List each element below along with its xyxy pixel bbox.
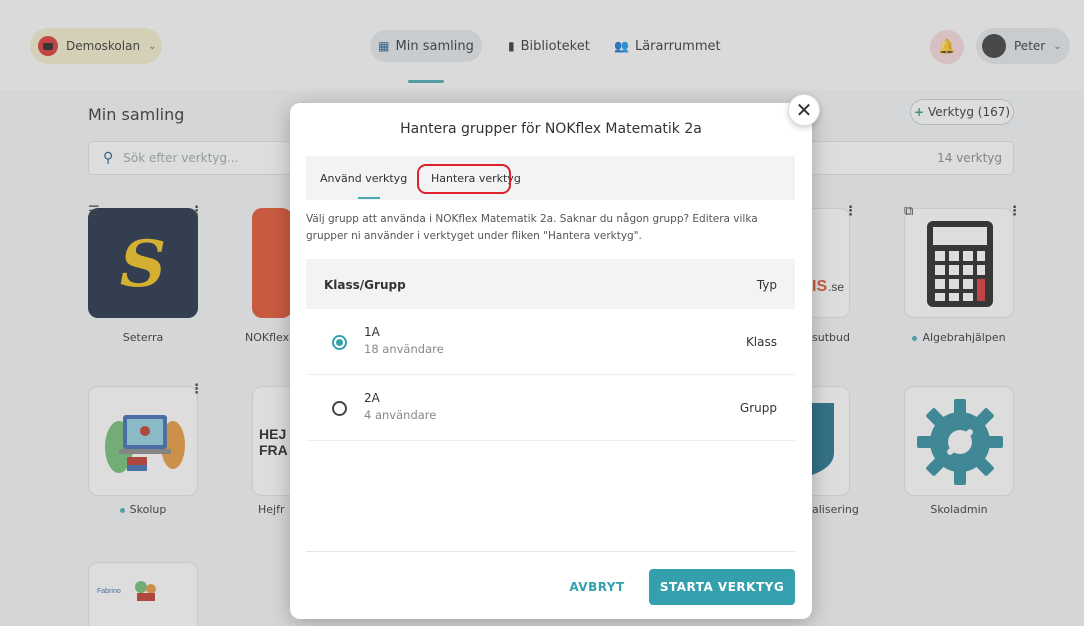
- cancel-button[interactable]: AVBRYT: [562, 571, 632, 603]
- group-user-count: 18 användare: [364, 342, 444, 356]
- group-type: Grupp: [739, 401, 777, 415]
- table-row[interactable]: 1A 18 användare Klass: [306, 309, 795, 375]
- annotation-highlight: [417, 164, 511, 194]
- column-header-type: Typ: [756, 278, 777, 292]
- tab-use-tool[interactable]: Använd verktyg: [320, 172, 407, 185]
- group-name: 2A: [364, 391, 380, 405]
- group-name: 1A: [364, 325, 380, 339]
- table-header: Klass/Grupp Typ: [306, 259, 795, 309]
- start-tool-button[interactable]: STARTA VERKTYG: [649, 569, 795, 605]
- group-type: Klass: [745, 335, 777, 349]
- manage-groups-dialog: Hantera grupper för NOKflex Matematik 2a…: [290, 103, 812, 619]
- dialog-tabs: Använd verktyg Hantera verktyg: [306, 156, 795, 200]
- table-row[interactable]: 2A 4 användare Grupp: [306, 375, 795, 441]
- column-header-group: Klass/Grupp: [324, 278, 406, 292]
- dialog-title: Hantera grupper för NOKflex Matematik 2a: [400, 121, 702, 137]
- group-user-count: 4 användare: [364, 408, 437, 422]
- close-button[interactable]: ✕: [788, 94, 820, 126]
- radio-unselected-icon[interactable]: [332, 401, 347, 416]
- close-icon: ✕: [795, 98, 813, 122]
- footer-divider: [306, 551, 795, 552]
- radio-selected-icon[interactable]: [332, 335, 347, 350]
- active-tab-indicator: [358, 197, 380, 199]
- dialog-instructions: Välj grupp att använda i NOKflex Matemat…: [306, 213, 758, 242]
